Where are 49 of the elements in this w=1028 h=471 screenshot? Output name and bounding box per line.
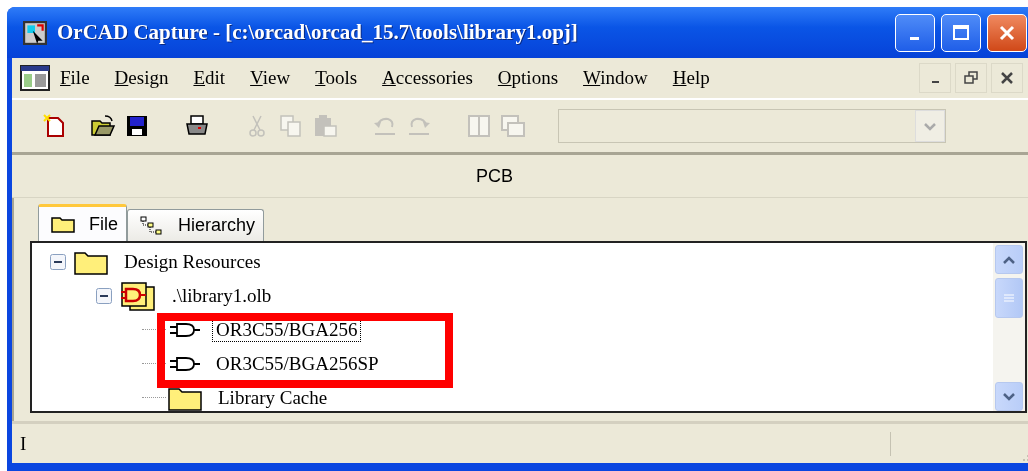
menu-item[interactable]: Accessories — [382, 67, 473, 89]
tree-item[interactable]: Design Resources — [120, 250, 265, 274]
tree-item[interactable]: .\library1.olb — [168, 284, 276, 308]
minimize-icon — [909, 37, 919, 40]
menu-item[interactable]: Options — [497, 67, 559, 89]
app-icon — [23, 20, 47, 45]
maximize-icon — [951, 22, 971, 43]
collapse-icon[interactable] — [96, 288, 112, 304]
tree-item[interactable]: Library Cache — [214, 386, 332, 410]
scroll-down-button[interactable] — [995, 382, 1023, 411]
menu-item[interactable]: Help — [672, 67, 710, 89]
window-title: OrCAD Capture - [c:\orcad\orcad_15.7\tools\library1.opj] — [57, 20, 578, 45]
tab[interactable]: Hierarchy — [127, 209, 265, 241]
scroll-up-button[interactable] — [995, 245, 1023, 274]
tile-icon — [466, 113, 492, 139]
tab[interactable]: File — [38, 204, 127, 241]
restore-button[interactable] — [955, 63, 987, 93]
menu-item[interactable]: View — [250, 67, 291, 89]
save-icon — [124, 113, 150, 139]
copy-icon — [278, 113, 304, 139]
library-icon — [120, 281, 156, 311]
menu-item[interactable]: Design — [114, 67, 169, 89]
menu-item[interactable]: Window — [583, 67, 648, 89]
folder-icon — [168, 385, 202, 411]
cascade-icon — [500, 113, 526, 139]
minimize-icon — [931, 81, 939, 83]
collapse-icon[interactable] — [50, 254, 66, 270]
restore-icon — [964, 71, 978, 85]
open-icon — [90, 113, 116, 139]
hierarchy-icon — [140, 215, 164, 236]
scrollbar[interactable] — [993, 243, 1025, 411]
gate-icon — [168, 322, 202, 338]
folder-icon — [51, 215, 75, 233]
tree-item[interactable]: OR3C55/BGA256SP — [212, 352, 383, 376]
maximize-button[interactable] — [941, 13, 981, 52]
folder-icon — [74, 249, 108, 275]
panel-title: PCB — [476, 165, 513, 187]
menu-item[interactable]: File — [60, 67, 90, 89]
close-button[interactable] — [991, 63, 1023, 93]
menu-item[interactable]: Edit — [193, 67, 226, 89]
document-icon[interactable] — [20, 65, 50, 91]
paste-icon — [312, 113, 338, 139]
grip-icon — [1003, 292, 1015, 304]
menu-item[interactable]: Tools — [315, 67, 358, 89]
scroll-thumb[interactable] — [995, 278, 1023, 318]
status-text: I — [20, 432, 27, 455]
close-icon — [1000, 71, 1014, 85]
gate-icon — [168, 356, 202, 372]
tree-item[interactable]: OR3C55/BGA256 — [212, 318, 362, 342]
